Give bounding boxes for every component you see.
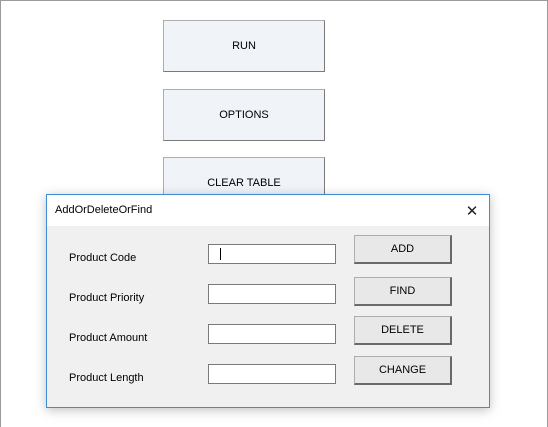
product-code-label: Product Code — [69, 252, 137, 264]
product-priority-label: Product Priority — [69, 292, 145, 304]
product-amount-label: Product Amount — [69, 332, 148, 344]
product-length-input[interactable] — [208, 364, 336, 384]
delete-button[interactable]: DELETE — [354, 316, 452, 345]
find-button[interactable]: FIND — [354, 277, 452, 306]
add-delete-find-dialog: AddOrDeleteOrFind ✕ Product Code Product… — [46, 194, 490, 408]
dialog-title: AddOrDeleteOrFind — [55, 204, 153, 216]
product-length-label: Product Length — [69, 372, 144, 384]
product-code-input[interactable] — [208, 244, 336, 264]
add-button[interactable]: ADD — [354, 235, 452, 264]
close-icon[interactable]: ✕ — [455, 195, 489, 226]
options-button[interactable]: OPTIONS — [163, 89, 325, 141]
run-button[interactable]: RUN — [163, 20, 325, 72]
dialog-titlebar[interactable]: AddOrDeleteOrFind ✕ — [47, 195, 489, 226]
product-priority-input[interactable] — [208, 284, 336, 304]
product-amount-input[interactable] — [208, 324, 336, 344]
text-caret — [220, 248, 221, 260]
change-button[interactable]: CHANGE — [354, 356, 452, 385]
